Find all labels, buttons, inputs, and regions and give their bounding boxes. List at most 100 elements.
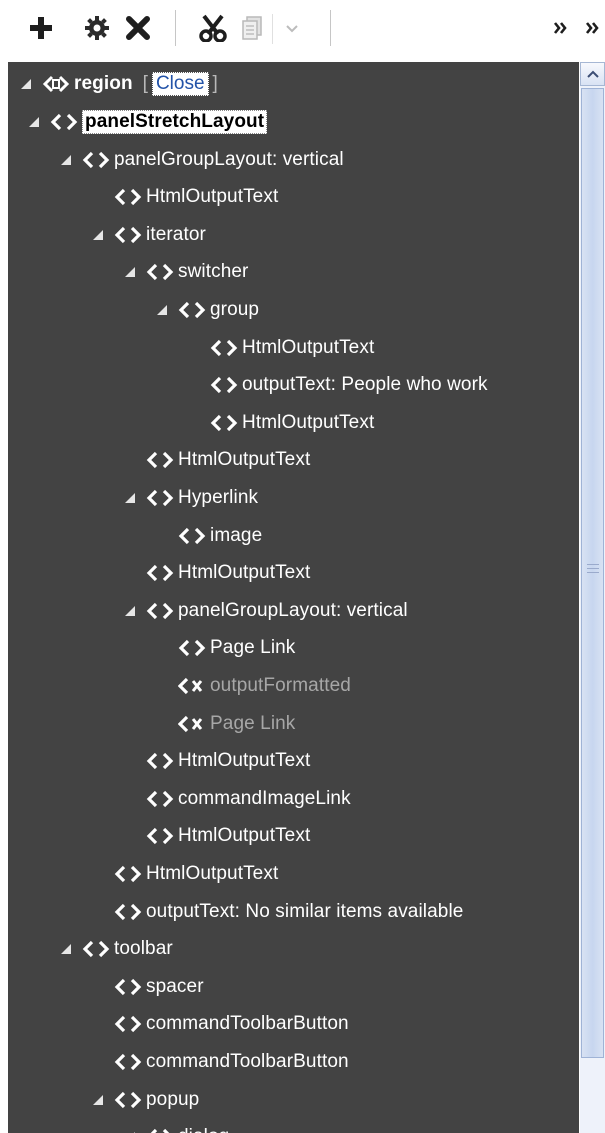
- expanded-triangle-icon[interactable]: [20, 78, 32, 90]
- component-tag-icon: [114, 864, 142, 884]
- tree-node-row[interactable]: HtmlOutputText: [8, 178, 579, 216]
- component-tag-icon: [114, 977, 142, 997]
- tree-node-row[interactable]: HtmlOutputText: [8, 554, 579, 592]
- tree-node-label: group: [210, 299, 260, 320]
- tree-node-label: panelGroupLayout: vertical: [114, 148, 344, 170]
- tree-node-label: commandImageLink: [178, 787, 351, 809]
- tree-root-row[interactable]: region [ Close ]: [8, 65, 579, 103]
- component-tag-icon: [146, 450, 174, 470]
- expanded-triangle-icon[interactable]: [124, 605, 136, 617]
- tree-node-row[interactable]: Hyperlink: [8, 479, 579, 517]
- tree-node-label: HtmlOutputText: [146, 186, 279, 208]
- edit-properties-button[interactable]: [80, 10, 114, 50]
- tree-node-label: panelGroupLayout: vertical: [178, 599, 408, 621]
- tree-node-label: outputFormatted: [210, 675, 351, 696]
- expanded-triangle-icon[interactable]: [156, 304, 168, 316]
- expanded-triangle-icon[interactable]: [92, 229, 104, 241]
- component-tag-icon: [114, 187, 142, 207]
- tree-node-label: outputText: No similar items available: [146, 900, 464, 922]
- expanded-triangle-icon[interactable]: [124, 492, 136, 504]
- tree-node-row[interactable]: image: [8, 517, 579, 555]
- tree-root-label: region: [74, 73, 133, 94]
- tree-node-row[interactable]: HtmlOutputText: [8, 329, 579, 367]
- component-tag-icon: [114, 1052, 142, 1072]
- component-tag-icon: [114, 902, 142, 922]
- close-region-link[interactable]: Close: [151, 72, 209, 96]
- add-button[interactable]: [24, 10, 58, 50]
- component-tag-icon: [82, 939, 110, 959]
- tree-node-label: HtmlOutputText: [146, 863, 279, 884]
- tree-node-label: commandToolbarButton: [146, 1051, 349, 1072]
- expanded-triangle-icon[interactable]: [28, 116, 40, 128]
- tree-node-row[interactable]: switcher: [8, 253, 579, 291]
- tree-node-label: HtmlOutputText: [178, 825, 311, 847]
- component-tag-icon: [210, 375, 238, 395]
- tree-node-label: HtmlOutputText: [178, 449, 311, 471]
- expanded-triangle-icon[interactable]: [124, 266, 136, 278]
- add-icon: [28, 15, 54, 46]
- component-tag-icon: [146, 488, 174, 508]
- expanded-triangle-icon[interactable]: [92, 1094, 104, 1106]
- scroll-thumb[interactable]: [581, 88, 604, 1058]
- tree-node-row[interactable]: group: [8, 291, 579, 329]
- tree-node-label: spacer: [146, 975, 204, 997]
- tree-node-row[interactable]: HtmlOutputText: [8, 817, 579, 855]
- toolbar: [0, 0, 605, 62]
- tree-node-row[interactable]: Page Link: [8, 629, 579, 667]
- tree-node-label: Page Link: [210, 637, 296, 659]
- expand-right-button[interactable]: [548, 10, 574, 50]
- scroll-up-button[interactable]: [580, 62, 605, 86]
- tree-node-row[interactable]: HtmlOutputText: [8, 441, 579, 479]
- component-tag-icon: [146, 563, 174, 583]
- tree-node-row[interactable]: toolbar: [8, 930, 579, 968]
- tree-node-row[interactable]: outputText: People who work: [8, 366, 579, 404]
- tree-node-label: commandToolbarButton: [146, 1013, 349, 1035]
- tree-node-row[interactable]: dialog: [8, 1118, 579, 1133]
- tree-node-label: Hyperlink: [178, 487, 259, 508]
- component-tag-icon: [146, 601, 174, 621]
- tree-node-row[interactable]: HtmlOutputText: [8, 404, 579, 442]
- tree-node-row[interactable]: outputFormatted: [8, 667, 579, 705]
- tree-node-row[interactable]: popup: [8, 1081, 579, 1119]
- tree-node-row[interactable]: HtmlOutputText: [8, 742, 579, 780]
- cut-button[interactable]: [195, 10, 231, 50]
- collapse-pane-button[interactable]: [582, 10, 604, 50]
- component-tag-icon: [210, 338, 238, 358]
- component-tag-icon: [50, 112, 78, 132]
- copy-dropdown-button[interactable]: [280, 10, 304, 50]
- component-tag-icon: [146, 1127, 174, 1133]
- vertical-scrollbar[interactable]: [580, 62, 605, 1133]
- tree-node-row[interactable]: panelStretchLayout: [8, 103, 579, 141]
- tree-node-row[interactable]: spacer: [8, 968, 579, 1006]
- component-tag-icon: [178, 526, 206, 546]
- tree-node-label: dialog: [178, 1126, 229, 1133]
- tree-node-label: panelStretchLayout: [82, 110, 268, 134]
- component-tag-icon: [146, 751, 174, 771]
- copy-button[interactable]: [237, 10, 267, 50]
- tree-node-row[interactable]: commandToolbarButton: [8, 1043, 579, 1081]
- tree-node-row[interactable]: commandToolbarButton: [8, 1005, 579, 1043]
- tree-node-label: popup: [146, 1088, 200, 1110]
- tree-node-label: image: [210, 524, 263, 546]
- delete-button[interactable]: [120, 10, 156, 50]
- tree-node-row[interactable]: outputText: No similar items available: [8, 893, 579, 931]
- chevron-down-icon: [286, 21, 298, 39]
- component-tag-icon: [114, 1090, 142, 1110]
- double-chevron-right-icon: [553, 20, 569, 41]
- expanded-triangle-icon[interactable]: [60, 943, 72, 955]
- region-icon: [42, 74, 70, 94]
- tree-node-row[interactable]: commandImageLink: [8, 780, 579, 818]
- tree-node-row[interactable]: panelGroupLayout: vertical: [8, 592, 579, 630]
- component-tag-icon: [178, 638, 206, 658]
- component-tag-icon: [178, 300, 206, 320]
- scissors-icon: [198, 14, 228, 47]
- tree-node-label: switcher: [178, 261, 249, 283]
- expanded-triangle-icon[interactable]: [60, 154, 72, 166]
- tree-node-row[interactable]: iterator: [8, 216, 579, 254]
- disabled-component-icon: [178, 676, 206, 696]
- copy-icon: [240, 15, 264, 46]
- tree-node-row[interactable]: panelGroupLayout: vertical: [8, 141, 579, 179]
- tree-node-row[interactable]: HtmlOutputText: [8, 855, 579, 893]
- component-tree: region [ Close ] panelStretchLayout panel…: [8, 62, 579, 1133]
- tree-node-row[interactable]: Page Link: [8, 705, 579, 743]
